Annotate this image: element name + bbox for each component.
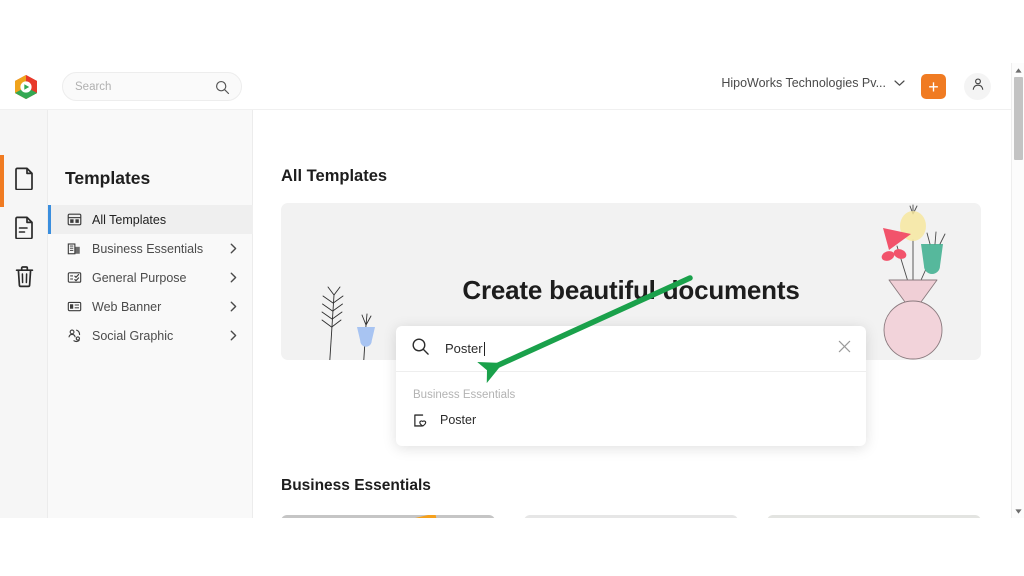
- vertical-scrollbar[interactable]: [1011, 63, 1024, 518]
- rail-item-trash[interactable]: [11, 266, 37, 292]
- scroll-thumb[interactable]: [1014, 77, 1023, 160]
- template-card-car-wash[interactable]: — PREMIUM — CAR WASH 20%: [524, 515, 738, 518]
- caret-down-icon[interactable]: [1012, 505, 1024, 517]
- overlay-search-text: Poster: [445, 341, 483, 356]
- chevron-down-icon: [894, 76, 905, 90]
- search-icon[interactable]: [215, 80, 230, 100]
- template-card-onboarding[interactable]: 2 ONBOARDING TECHNOLOGY MODULE 8: [281, 515, 495, 518]
- file-icon: [14, 167, 35, 195]
- chevron-right-icon: [230, 243, 237, 257]
- account-avatar-button[interactable]: [964, 73, 991, 100]
- user-share-icon: [67, 328, 82, 343]
- overlay-search-row[interactable]: Poster: [396, 326, 866, 372]
- hero-heading: Create beautiful documents: [462, 275, 800, 305]
- sidebar-item-label: General Purpose: [92, 270, 187, 285]
- rail-item-forms[interactable]: [11, 216, 37, 244]
- sidebar-nav-list: All Templates Business Essentials Genera…: [48, 205, 253, 350]
- checklist-icon: [67, 270, 82, 285]
- org-name: HipoWorks Technologies Pv...: [721, 76, 886, 90]
- sidebar-title: Templates: [65, 168, 151, 188]
- sidebar-item-web-banner[interactable]: Web Banner: [48, 292, 253, 321]
- sidebar-item-label: Business Essentials: [92, 241, 204, 256]
- hexagon-play-logo-icon[interactable]: [12, 73, 40, 101]
- rail-active-accent: [0, 155, 4, 207]
- sidebar-item-business-essentials[interactable]: Business Essentials: [48, 234, 253, 263]
- banner-icon: [67, 299, 82, 314]
- add-new-button[interactable]: +: [921, 74, 946, 99]
- section-title: Business Essentials: [281, 477, 431, 494]
- sidebar: Templates All Templates Business Essenti…: [48, 110, 253, 518]
- suggestion-item-label: Poster: [440, 413, 477, 427]
- page-title: All Templates: [281, 167, 388, 185]
- chevron-right-icon: [230, 272, 237, 286]
- search-suggestion-panel: Poster Business Essentials Poster: [396, 326, 866, 446]
- buildings-icon: [67, 241, 82, 256]
- search-icon: [411, 337, 430, 361]
- sidebar-item-social-graphic[interactable]: Social Graphic: [48, 321, 253, 350]
- template-card-makeup-course[interactable]: — 7 Weeks — makeup COURSE: [767, 515, 981, 518]
- person-icon: [971, 77, 985, 96]
- top-bar: HipoWorks Technologies Pv... +: [0, 63, 1024, 110]
- suggestion-group-label: Business Essentials: [413, 389, 516, 401]
- poster-favorite-icon: [413, 413, 428, 428]
- sidebar-item-label: Social Graphic: [92, 328, 174, 343]
- sidebar-item-all-templates[interactable]: All Templates: [48, 205, 253, 234]
- app-viewport: HipoWorks Technologies Pv... +: [0, 63, 1024, 518]
- suggestion-item-poster[interactable]: Poster: [396, 407, 866, 433]
- caret-up-icon[interactable]: [1012, 64, 1024, 76]
- sidebar-item-label: All Templates: [92, 212, 167, 227]
- org-switcher[interactable]: HipoWorks Technologies Pv...: [721, 76, 905, 90]
- sidebar-item-general-purpose[interactable]: General Purpose: [48, 263, 253, 292]
- search-input[interactable]: [75, 80, 205, 93]
- global-search-box[interactable]: [62, 72, 242, 101]
- text-caret: [483, 341, 485, 356]
- chevron-right-icon: [230, 330, 237, 344]
- trash-icon: [14, 265, 35, 293]
- main-content: All Templates Create beautiful documents…: [253, 110, 1011, 518]
- template-thumbnail: 2 ONBOARDING TECHNOLOGY MODULE 8: [326, 515, 452, 518]
- rail-item-documents[interactable]: [11, 167, 37, 195]
- close-icon[interactable]: [837, 339, 852, 359]
- overlay-search-input[interactable]: Poster: [445, 341, 485, 356]
- sidebar-item-label: Web Banner: [92, 299, 162, 314]
- grid-template-icon: [67, 212, 82, 227]
- icon-rail: [0, 110, 48, 518]
- file-lines-icon: [14, 216, 35, 244]
- chevron-right-icon: [230, 301, 237, 315]
- plus-icon: +: [928, 76, 939, 97]
